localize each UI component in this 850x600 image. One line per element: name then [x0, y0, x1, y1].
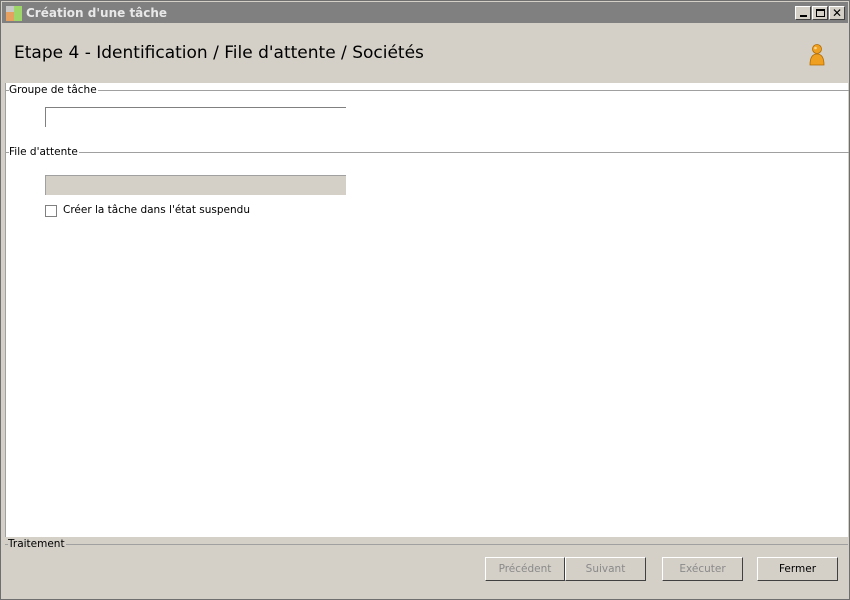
close-window-button[interactable]: ✕ — [829, 6, 845, 20]
close-icon: ✕ — [831, 6, 843, 20]
task-group-input-wrapper — [45, 107, 346, 127]
minimize-button[interactable] — [795, 6, 811, 20]
task-creation-window: Création d'une tâche ✕ Etape 4 - Identif… — [0, 0, 850, 600]
step-title: Etape 4 - Identification / File d'attent… — [14, 43, 424, 63]
close-button[interactable]: Fermer — [757, 557, 838, 581]
title-bar[interactable]: Création d'une tâche ✕ — [2, 2, 848, 23]
group-divider — [6, 90, 849, 91]
suspend-checkbox-label[interactable]: Créer la tâche dans l'état suspendu — [63, 204, 250, 216]
task-group-input[interactable] — [46, 108, 346, 127]
group-divider — [6, 152, 849, 153]
processing-label: Traitement — [8, 538, 66, 550]
minimize-icon — [799, 15, 807, 17]
user-icon — [809, 44, 825, 66]
wizard-content: Groupe de tâche File d'attente Créer la … — [5, 83, 849, 537]
window-title: Création d'une tâche — [26, 6, 168, 20]
group-divider — [5, 544, 848, 545]
wizard-footer: Traitement Précédent Suivant Exécuter Fe… — [5, 537, 848, 597]
app-icon — [6, 6, 22, 21]
maximize-button[interactable] — [812, 6, 828, 20]
queue-input — [46, 176, 346, 195]
suspend-checkbox[interactable] — [45, 205, 57, 217]
task-group-label: Groupe de tâche — [9, 84, 98, 96]
previous-button[interactable]: Précédent — [485, 557, 565, 581]
next-button[interactable]: Suivant — [565, 557, 646, 581]
maximize-icon — [815, 9, 825, 17]
execute-button[interactable]: Exécuter — [662, 557, 743, 581]
wizard-header: Etape 4 - Identification / File d'attent… — [2, 23, 848, 83]
queue-label: File d'attente — [9, 146, 79, 158]
queue-input-wrapper — [45, 175, 346, 195]
